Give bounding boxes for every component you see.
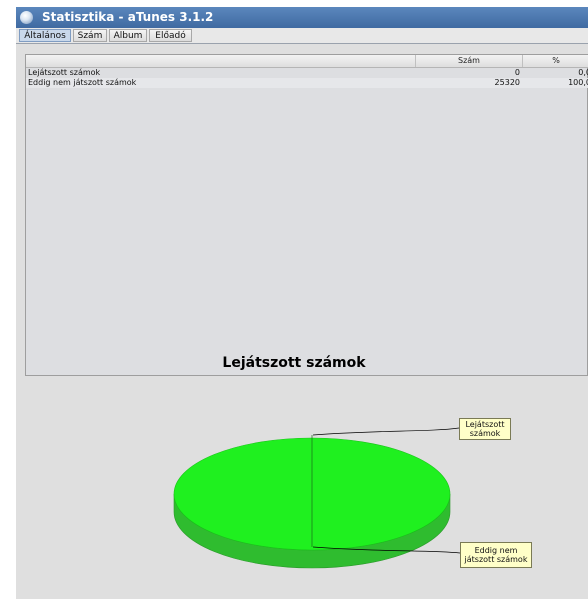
pie-chart	[173, 427, 461, 569]
callout-leader-played	[312, 427, 460, 436]
statistics-window: Statisztika - aTunes 3.1.2 Általános Szá…	[0, 0, 588, 599]
callout-unplayed: Eddig nem játszott számok	[460, 542, 532, 568]
callout-played: Lejátszott számok	[459, 418, 511, 440]
